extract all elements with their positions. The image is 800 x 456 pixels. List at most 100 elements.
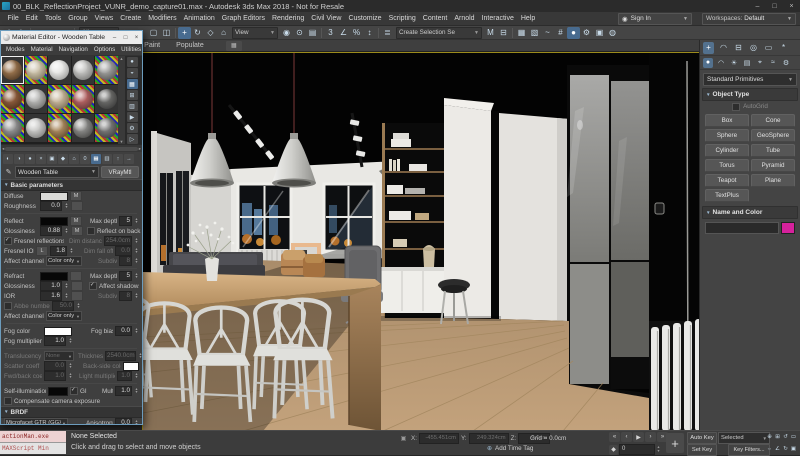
spinner[interactable]: ▲▼	[134, 248, 139, 255]
refract-affect-channels-dropdown[interactable]: Color only▼	[46, 311, 82, 321]
rendered-frame-window-icon[interactable]: ▣	[593, 27, 606, 39]
zoom-all-icon[interactable]: ⊞	[774, 432, 781, 442]
material-id-channel-icon[interactable]: 0	[80, 154, 90, 164]
workspaces-dropdown[interactable]: Workspaces: Default ▼	[702, 13, 796, 25]
go-to-start-icon[interactable]: «	[609, 432, 620, 442]
menu-utilities[interactable]: Utilities	[118, 46, 144, 53]
spinner[interactable]: ▲▼	[134, 328, 139, 335]
auto-key-button[interactable]: Auto Key	[687, 432, 717, 444]
spinner[interactable]: ▲▼	[138, 353, 142, 360]
go-to-parent-icon[interactable]: ↑	[113, 154, 123, 164]
subtab-cameras[interactable]: ▤	[742, 58, 752, 68]
subtab-space-warps[interactable]: ≈	[768, 58, 778, 68]
spinner[interactable]: ▲▼	[134, 420, 139, 424]
menu-navigation[interactable]: Navigation	[56, 46, 91, 53]
subtab-geometry[interactable]: ●	[703, 58, 713, 68]
create-key-button[interactable]: +	[666, 433, 684, 453]
refract-glossiness-field[interactable]: 1.0	[40, 281, 62, 291]
menu-group[interactable]: Group	[65, 15, 91, 22]
listener-output-line[interactable]: actionMan.exe	[0, 431, 66, 443]
snaps-toggle-icon[interactable]: 3	[324, 27, 337, 39]
subtab-shapes[interactable]: ◠	[716, 58, 726, 68]
translucency-dropdown[interactable]: None▼	[44, 351, 74, 361]
back-side-color-swatch[interactable]	[123, 362, 139, 371]
spinner[interactable]: ▲▼	[134, 273, 139, 280]
gi-checkbox[interactable]	[70, 387, 78, 395]
material-swatch-5[interactable]	[95, 56, 118, 84]
object-type-teapot[interactable]: Teapot	[705, 174, 749, 187]
material-swatch-4[interactable]	[72, 56, 95, 84]
render-production-icon[interactable]: ◍	[606, 27, 619, 39]
diffuse-color-swatch[interactable]	[40, 192, 68, 201]
add-time-tag[interactable]: ⊕ Add Time Tag	[487, 445, 533, 452]
x-coordinate-field[interactable]: -455.451cm	[419, 433, 459, 444]
refract-ior-field[interactable]: 1.6	[40, 291, 62, 301]
menu-modifiers[interactable]: Modifiers	[145, 15, 180, 22]
reflect-map-button[interactable]: M	[70, 216, 82, 226]
reflect-back-side-checkbox[interactable]	[87, 227, 95, 235]
zoom-icon[interactable]: ⊕	[766, 432, 773, 442]
current-frame-field[interactable]: 0	[619, 444, 655, 455]
field-of-view-icon[interactable]: ∠	[774, 444, 781, 454]
object-type-cylinder[interactable]: Cylinder	[705, 144, 749, 157]
play-animation-icon[interactable]: ▶	[633, 432, 644, 442]
spinner-snap-icon[interactable]: ↕	[363, 27, 376, 39]
param-button[interactable]	[71, 291, 83, 301]
reflect-color-swatch[interactable]	[40, 217, 68, 226]
background-icon[interactable]: ▦	[127, 79, 138, 89]
menu-arnold[interactable]: Arnold	[451, 15, 478, 22]
options-icon[interactable]: ⚙	[127, 123, 138, 133]
select-by-material-icon[interactable]: ▷	[127, 134, 138, 144]
material-swatch-1[interactable]	[1, 56, 24, 84]
reference-coordinate-dropdown[interactable]: View▼	[232, 27, 278, 39]
fresnel-ior-field[interactable]: 1.8	[50, 246, 67, 256]
material-swatch-2[interactable]	[25, 56, 48, 84]
menu-rendering[interactable]: Rendering	[268, 15, 307, 22]
align-icon[interactable]: ⊟	[497, 27, 510, 39]
window-crossing-icon[interactable]: ◫	[160, 27, 173, 39]
pick-material-eyedropper-icon[interactable]: ✎	[4, 167, 13, 177]
spinner[interactable]: ▲▼	[64, 203, 69, 210]
param-field[interactable]: 8	[119, 256, 132, 266]
param-field[interactable]: 1.0	[44, 371, 66, 381]
abbe-number-checkbox[interactable]	[4, 302, 12, 310]
refract-map-button[interactable]	[70, 271, 82, 281]
menu-help[interactable]: Help	[517, 15, 538, 22]
object-type-tube[interactable]: Tube	[751, 144, 795, 157]
subtab-lights[interactable]: ☀	[729, 58, 739, 68]
minimize-button[interactable]: –	[749, 0, 766, 12]
self-illumination-mult-field[interactable]: 1.0	[115, 386, 132, 396]
material-type-button[interactable]: VRayMtl	[101, 166, 139, 178]
material-swatch-9[interactable]	[72, 85, 95, 113]
menu-interactive[interactable]: Interactive	[478, 15, 517, 22]
rectangular-selection-region-icon[interactable]: ▢	[147, 27, 160, 39]
menu-edit[interactable]: Edit	[22, 15, 41, 22]
menu-civil-view[interactable]: Civil View	[308, 15, 345, 22]
spinner[interactable]: ▲▼	[134, 388, 139, 395]
fog-multiplier-field[interactable]: 1.0	[44, 336, 66, 346]
material-swatch-3[interactable]	[48, 56, 71, 84]
object-type-geosphere[interactable]: GeoSphere	[751, 129, 795, 142]
go-forward-to-sibling-icon[interactable]: →	[124, 154, 134, 164]
material-swatch-15[interactable]	[95, 114, 118, 142]
percent-snap-icon[interactable]: %	[350, 27, 363, 39]
selection-lock-toggle-icon[interactable]: ▣	[399, 434, 408, 443]
menu-create[interactable]: Create	[117, 15, 145, 22]
show-map-in-viewport-icon[interactable]: ▦	[91, 154, 101, 164]
material-editor-titlebar[interactable]: Material Editor - Wooden Table –□×	[1, 31, 142, 44]
curve-editor-icon[interactable]: ~	[541, 27, 554, 39]
material-name-dropdown[interactable]: Wooden Table▼	[15, 166, 99, 178]
roughness-field[interactable]: 0.0	[40, 201, 62, 211]
affect-shadows-checkbox[interactable]	[89, 282, 97, 290]
orbit-icon[interactable]: ↻	[782, 444, 789, 454]
scroll-left-icon[interactable]: ◂	[2, 146, 4, 152]
make-preview-icon[interactable]: ▶	[127, 112, 138, 122]
self-illumination-swatch[interactable]	[48, 387, 68, 396]
put-to-library-icon[interactable]: ⌂	[69, 154, 79, 164]
menu-modes[interactable]: Modes	[3, 46, 28, 53]
object-type-sphere[interactable]: Sphere	[705, 129, 749, 142]
layer-manager-icon[interactable]: ▦	[515, 27, 528, 39]
object-type-cone[interactable]: Cone	[751, 114, 795, 127]
spinner[interactable]: ▲▼	[134, 218, 139, 225]
spinner[interactable]: ▲▼	[64, 283, 69, 290]
